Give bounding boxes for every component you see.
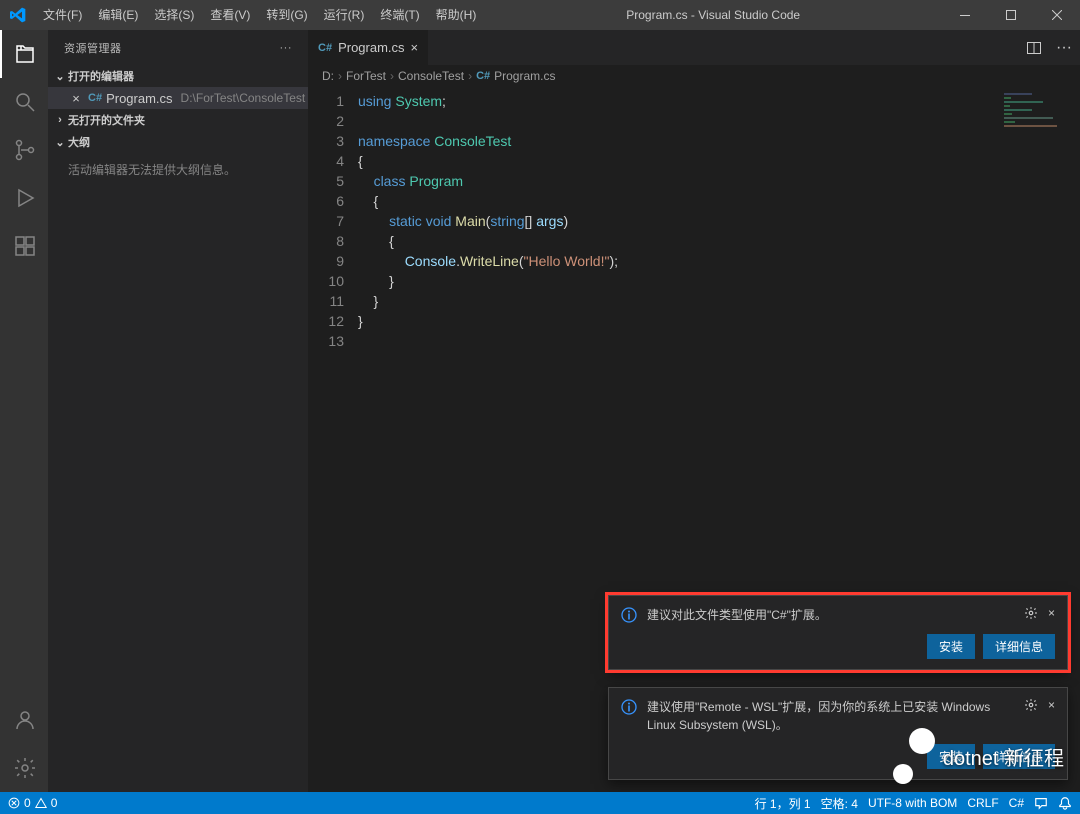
minimize-button[interactable] <box>942 0 988 30</box>
status-line-col[interactable]: 行 1，列 1 <box>755 795 811 812</box>
csharp-file-icon: C# <box>476 70 490 82</box>
notification-close-icon[interactable]: × <box>1048 606 1055 620</box>
notification-gear-icon[interactable] <box>1024 698 1038 712</box>
status-spaces[interactable]: 空格: 4 <box>821 795 858 812</box>
sidebar-explorer: 资源管理器 ··· ⌄ 打开的编辑器 × C# Program.cs D:\Fo… <box>48 30 308 792</box>
breadcrumbs[interactable]: D:› ForTest› ConsoleTest› C# Program.cs <box>308 65 1080 87</box>
editor-area: C# Program.cs × ··· D:› ForTest› Console… <box>308 30 1080 792</box>
section-no-folder[interactable]: › 无打开的文件夹 <box>48 109 308 131</box>
activity-search[interactable] <box>0 78 48 126</box>
open-editor-path: D:\ForTest\ConsoleTest <box>181 91 306 105</box>
csharp-file-icon: C# <box>88 92 102 104</box>
activity-settings[interactable] <box>0 744 48 792</box>
notification-close-icon[interactable]: × <box>1048 698 1055 712</box>
open-editor-filename: Program.cs <box>106 91 172 106</box>
section-outline-label: 大纲 <box>68 134 90 150</box>
menu-run[interactable]: 运行(R) <box>316 0 373 30</box>
activity-run-debug[interactable] <box>0 174 48 222</box>
tab-label: Program.cs <box>338 40 404 55</box>
editor-actions: ··· <box>1018 30 1080 65</box>
status-eol[interactable]: CRLF <box>967 796 998 810</box>
split-editor-icon[interactable] <box>1026 40 1042 56</box>
menu-terminal[interactable]: 终端(T) <box>372 0 427 30</box>
section-no-folder-label: 无打开的文件夹 <box>68 112 145 128</box>
section-outline[interactable]: ⌄ 大纲 <box>48 131 308 153</box>
tab-close-icon[interactable]: × <box>411 40 419 55</box>
warnings-count: 0 <box>51 796 58 810</box>
activity-explorer[interactable] <box>0 30 48 78</box>
minimap[interactable] <box>1004 91 1074 151</box>
vscode-logo-icon <box>0 7 35 23</box>
menu-go[interactable]: 转到(G) <box>258 0 315 30</box>
status-bell-icon[interactable] <box>1058 796 1072 810</box>
menu-view[interactable]: 查看(V) <box>202 0 258 30</box>
chevron-down-icon: ⌄ <box>52 136 68 149</box>
sidebar-title-label: 资源管理器 <box>64 40 122 56</box>
breadcrumb-segment[interactable]: ForTest <box>346 69 386 83</box>
sidebar-title: 资源管理器 ··· <box>48 30 308 65</box>
window-title: Program.cs - Visual Studio Code <box>484 8 942 22</box>
menu-bar: 文件(F) 编辑(E) 选择(S) 查看(V) 转到(G) 运行(R) 终端(T… <box>35 0 484 30</box>
chevron-right-icon: › <box>52 114 68 126</box>
errors-count: 0 <box>24 796 31 810</box>
window-controls <box>942 0 1080 30</box>
notification-message: 建议对此文件类型使用"C#"扩展。 <box>647 606 1014 624</box>
editor-more-icon[interactable]: ··· <box>1056 39 1072 57</box>
section-open-editors[interactable]: ⌄ 打开的编辑器 <box>48 65 308 87</box>
details-button[interactable]: 详细信息 <box>983 744 1055 769</box>
notification-gear-icon[interactable] <box>1024 606 1038 620</box>
install-button[interactable]: 安装 <box>927 634 975 659</box>
menu-file[interactable]: 文件(F) <box>35 0 90 30</box>
notification-message: 建议使用"Remote - WSL"扩展，因为你的系统上已安装 Windows … <box>647 698 1014 734</box>
chevron-down-icon: ⌄ <box>52 70 68 83</box>
close-window-button[interactable] <box>1034 0 1080 30</box>
activity-source-control[interactable] <box>0 126 48 174</box>
close-editor-icon[interactable]: × <box>68 91 84 106</box>
csharp-file-icon: C# <box>318 42 332 54</box>
tab-program-cs[interactable]: C# Program.cs × <box>308 30 429 65</box>
status-language[interactable]: C# <box>1009 796 1024 810</box>
sidebar-more-icon[interactable]: ··· <box>280 42 293 54</box>
notification-csharp-extension: 建议对此文件类型使用"C#"扩展。 × 安装 详细信息 <box>608 595 1068 670</box>
breadcrumb-segment[interactable]: ConsoleTest <box>398 69 464 83</box>
line-numbers: 12345678910111213 <box>308 87 358 792</box>
status-errors[interactable]: 0 0 <box>8 796 57 810</box>
activity-extensions[interactable] <box>0 222 48 270</box>
breadcrumb-segment[interactable]: Program.cs <box>494 69 555 83</box>
status-bar: 0 0 行 1，列 1 空格: 4 UTF-8 with BOM CRLF C# <box>0 792 1080 814</box>
maximize-button[interactable] <box>988 0 1034 30</box>
install-button[interactable]: 安装 <box>927 744 975 769</box>
menu-edit[interactable]: 编辑(E) <box>90 0 146 30</box>
menu-help[interactable]: 帮助(H) <box>428 0 485 30</box>
breadcrumb-segment[interactable]: D: <box>322 69 334 83</box>
activity-account[interactable] <box>0 696 48 744</box>
status-encoding[interactable]: UTF-8 with BOM <box>868 796 957 810</box>
info-icon <box>621 699 637 734</box>
open-editor-item[interactable]: × C# Program.cs D:\ForTest\ConsoleTest <box>48 87 308 109</box>
info-icon <box>621 607 637 624</box>
section-open-editors-label: 打开的编辑器 <box>68 68 134 84</box>
outline-empty-message: 活动编辑器无法提供大纲信息。 <box>48 153 308 186</box>
editor-tabs: C# Program.cs × ··· <box>308 30 1080 65</box>
details-button[interactable]: 详细信息 <box>983 634 1055 659</box>
titlebar: 文件(F) 编辑(E) 选择(S) 查看(V) 转到(G) 运行(R) 终端(T… <box>0 0 1080 30</box>
activity-bar <box>0 30 48 792</box>
notification-wsl-extension: 建议使用"Remote - WSL"扩展，因为你的系统上已安装 Windows … <box>608 687 1068 780</box>
menu-selection[interactable]: 选择(S) <box>146 0 202 30</box>
status-feedback-icon[interactable] <box>1034 796 1048 810</box>
